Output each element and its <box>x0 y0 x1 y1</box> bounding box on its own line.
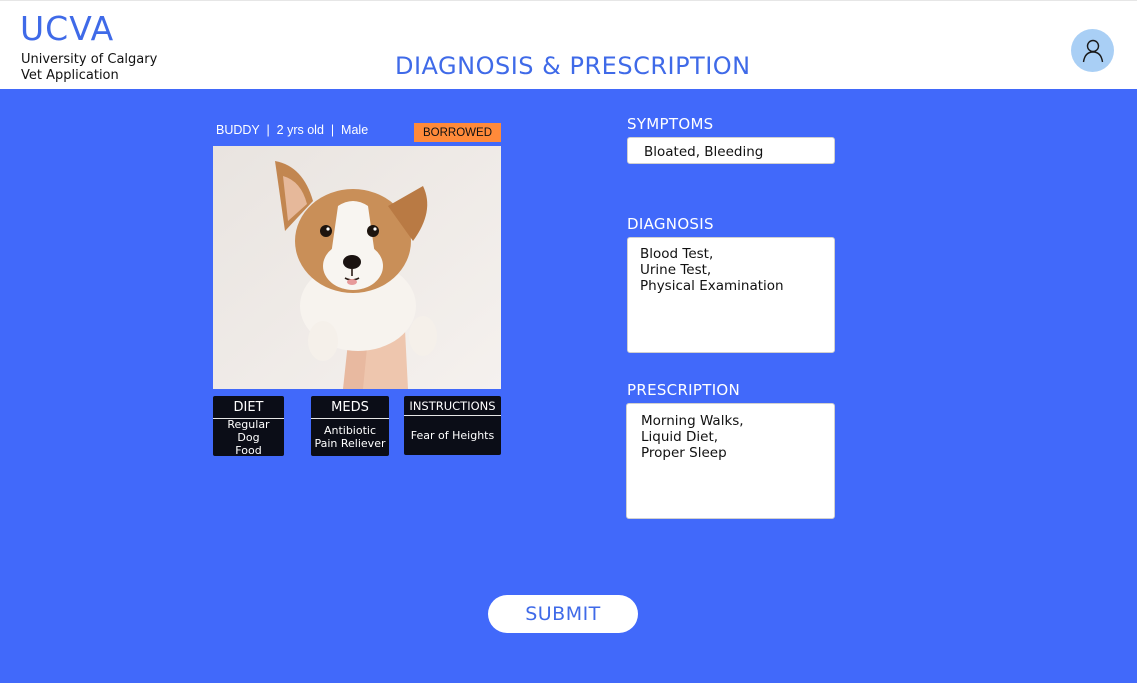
app-logo: UCVA <box>20 9 115 48</box>
app-header: UCVA University of Calgary Vet Applicati… <box>0 0 1137 89</box>
app-subtitle-line1: University of Calgary <box>21 52 158 67</box>
page-title: DIAGNOSIS & PRESCRIPTION <box>395 52 751 80</box>
diet-card-body: Regular Dog Food <box>213 417 284 457</box>
puppy-photo <box>213 146 501 389</box>
instructions-card-body: Fear of Heights <box>404 416 501 454</box>
pet-info: BUDDY | 2 yrs old | Male <box>216 123 369 137</box>
symptoms-field[interactable]: Bloated, Bleeding <box>627 137 835 164</box>
diagnosis-line: Urine Test, <box>640 262 712 278</box>
submit-button[interactable]: SUBMIT <box>488 595 638 633</box>
app-subtitle: University of Calgary Vet Application <box>21 52 157 84</box>
prescription-label: PRESCRIPTION <box>627 381 741 399</box>
diet-card-title: DIET <box>213 396 284 419</box>
meds-card[interactable]: MEDS Antibiotic Pain Reliever <box>311 396 389 456</box>
meds-card-line2: Pain Reliever <box>314 437 386 450</box>
prescription-field[interactable]: Morning Walks, Liquid Diet, Proper Sleep <box>626 403 835 519</box>
meds-card-title: MEDS <box>311 396 389 419</box>
diet-card-line1: Regular Dog <box>227 417 270 444</box>
diagnosis-label: DIAGNOSIS <box>627 215 714 233</box>
meds-card-body: Antibiotic Pain Reliever <box>311 419 389 455</box>
diet-card[interactable]: DIET Regular Dog Food <box>213 396 284 457</box>
diagnosis-line: Blood Test, <box>640 246 714 262</box>
diet-card-line2: Food <box>235 443 262 457</box>
user-icon <box>1082 39 1103 62</box>
symptoms-value: Bloated, Bleeding <box>644 144 764 160</box>
meds-card-line1: Antibiotic <box>323 424 377 437</box>
prescription-line: Proper Sleep <box>641 445 727 461</box>
status-badge: BORROWED <box>414 123 501 142</box>
diagnosis-line: Physical Examination <box>640 278 784 294</box>
prescription-line: Morning Walks, <box>641 413 744 429</box>
app-subtitle-line2: Vet Application <box>21 68 119 83</box>
instructions-card-line1: Fear of Heights <box>410 428 495 442</box>
instructions-card-title: INSTRUCTIONS <box>404 396 501 416</box>
instructions-card[interactable]: INSTRUCTIONS Fear of Heights <box>404 396 501 455</box>
symptoms-label: SYMPTOMS <box>627 115 714 133</box>
user-avatar-button[interactable] <box>1071 29 1114 72</box>
diagnosis-field[interactable]: Blood Test, Urine Test, Physical Examina… <box>627 237 835 353</box>
prescription-line: Liquid Diet, <box>641 429 719 445</box>
